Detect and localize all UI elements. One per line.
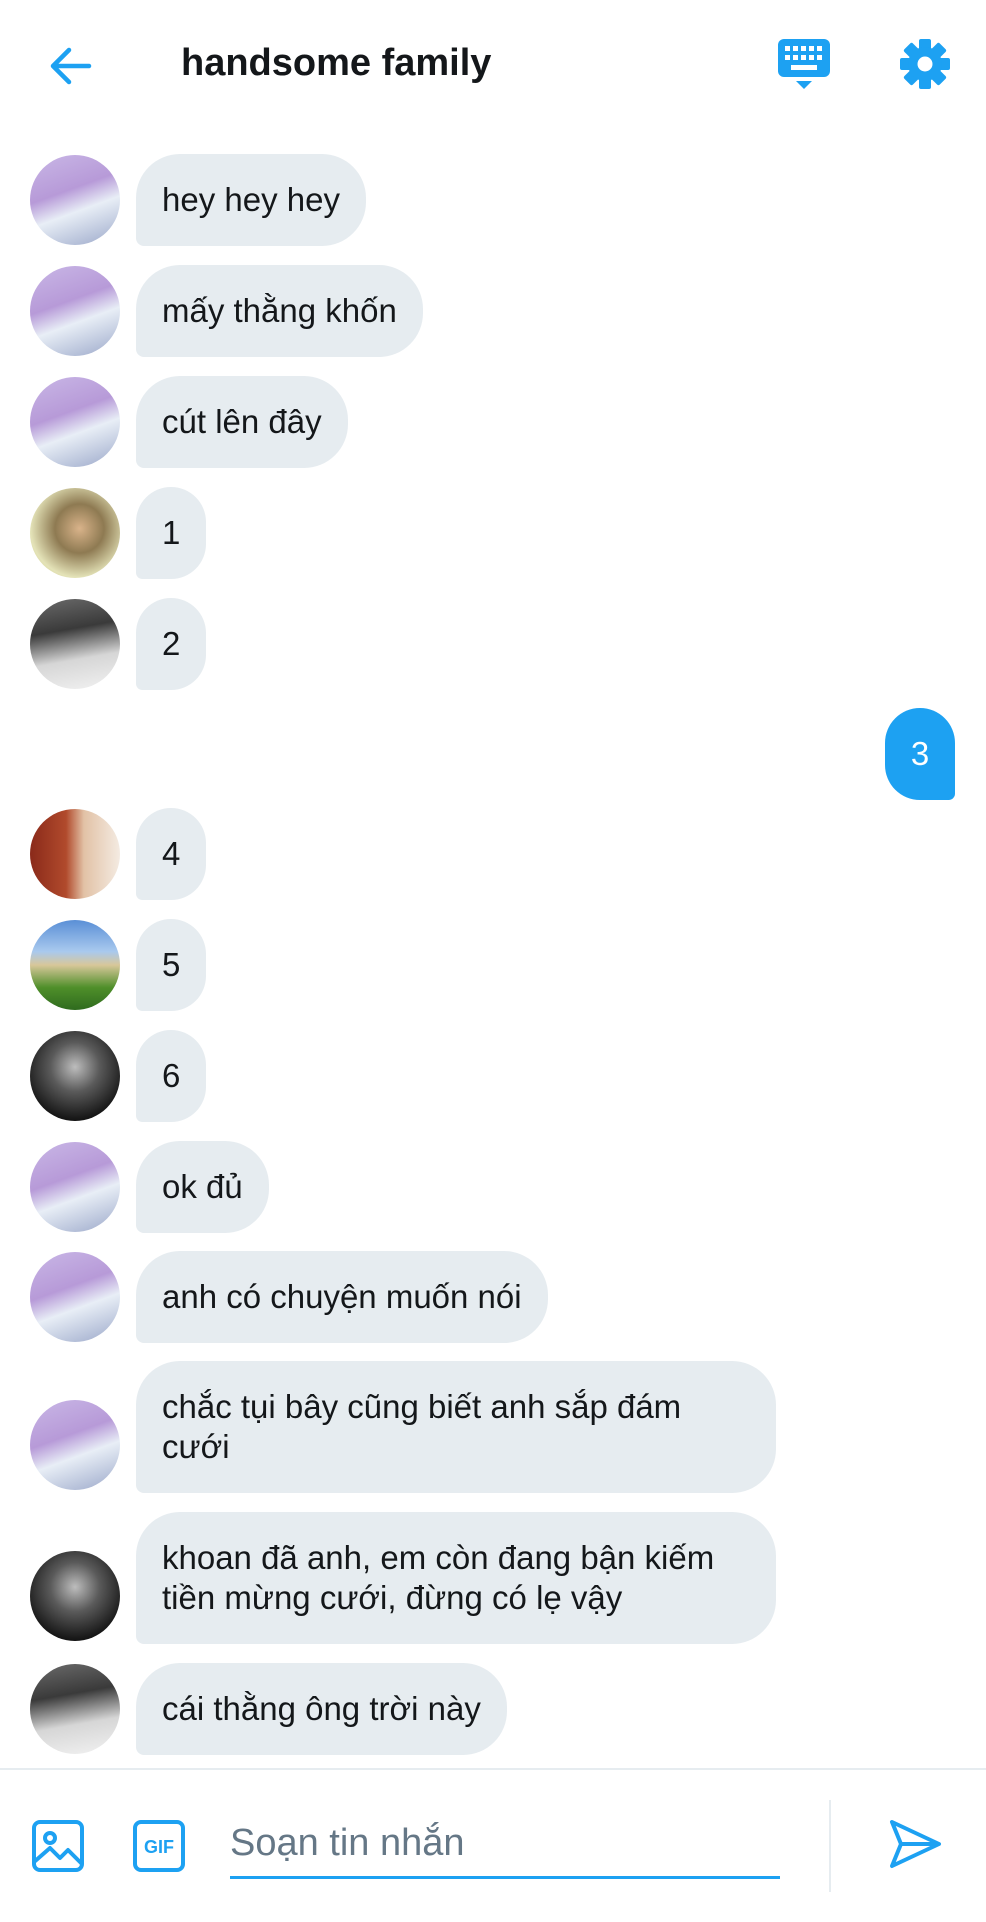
message-row: cút lên đây bbox=[0, 376, 986, 468]
avatar-jin[interactable] bbox=[30, 377, 120, 467]
settings-button[interactable] bbox=[895, 34, 955, 94]
message-bubble[interactable]: 5 bbox=[136, 919, 207, 1011]
message-row: 4 bbox=[0, 808, 986, 900]
keyboard-button[interactable] bbox=[774, 34, 834, 94]
add-gif-button[interactable]: GIF bbox=[131, 1818, 191, 1878]
avatar-jungkook[interactable] bbox=[30, 1031, 120, 1121]
avatar-rm[interactable] bbox=[30, 599, 120, 689]
message-row: ok đủ bbox=[0, 1141, 986, 1233]
avatar-jin[interactable] bbox=[30, 1400, 120, 1490]
message-row: hey hey hey bbox=[0, 154, 986, 246]
add-image-button[interactable] bbox=[30, 1818, 90, 1878]
message-row: mấy thằng khốn bbox=[0, 265, 986, 357]
message-bubble[interactable]: cút lên đây bbox=[136, 376, 348, 468]
gif-icon: GIF bbox=[133, 1820, 185, 1872]
message-row-sent: 3 bbox=[0, 708, 986, 800]
message-composer: GIF bbox=[0, 1768, 986, 1922]
message-row: khoan đã anh, em còn đang bận kiếm tiền … bbox=[0, 1512, 986, 1644]
send-icon bbox=[890, 1820, 941, 1868]
avatar-jhope[interactable] bbox=[30, 809, 120, 899]
composer-divider bbox=[829, 1800, 831, 1892]
message-input[interactable] bbox=[230, 1810, 780, 1879]
message-row: 2 bbox=[0, 598, 986, 690]
keyboard-icon bbox=[778, 39, 830, 89]
message-bubble[interactable]: hey hey hey bbox=[136, 154, 366, 246]
avatar-jin[interactable] bbox=[30, 1252, 120, 1342]
message-bubble[interactable]: 6 bbox=[136, 1030, 207, 1122]
message-bubble[interactable]: chắc tụi bây cũng biết anh sắp đám cưới bbox=[136, 1361, 776, 1493]
avatar-jin[interactable] bbox=[30, 266, 120, 356]
avatar-rm[interactable] bbox=[30, 1664, 120, 1754]
avatar-jin[interactable] bbox=[30, 1142, 120, 1232]
back-button[interactable] bbox=[40, 36, 100, 96]
avatar-suga[interactable] bbox=[30, 488, 120, 578]
conversation-title: handsome family bbox=[181, 42, 492, 84]
avatar-jin[interactable] bbox=[30, 155, 120, 245]
send-button[interactable] bbox=[887, 1816, 947, 1876]
avatar-jungkook[interactable] bbox=[30, 1551, 120, 1641]
message-row: cái thằng ông trời này bbox=[0, 1663, 986, 1755]
message-bubble[interactable]: 4 bbox=[136, 808, 207, 900]
chat-header: handsome family bbox=[0, 0, 986, 128]
message-bubble[interactable]: mấy thằng khốn bbox=[136, 265, 423, 357]
arrow-left-icon bbox=[50, 47, 92, 85]
message-bubble-sent[interactable]: 3 bbox=[885, 708, 955, 800]
gear-icon bbox=[900, 39, 950, 89]
message-bubble[interactable]: khoan đã anh, em còn đang bận kiếm tiền … bbox=[136, 1512, 776, 1644]
message-bubble[interactable]: 2 bbox=[136, 598, 207, 690]
message-row: 1 bbox=[0, 487, 986, 579]
gif-label: GIF bbox=[144, 1837, 174, 1857]
message-bubble[interactable]: 1 bbox=[136, 487, 207, 579]
message-row: 5 bbox=[0, 919, 986, 1011]
message-bubble[interactable]: ok đủ bbox=[136, 1141, 269, 1233]
message-row: 6 bbox=[0, 1030, 986, 1122]
image-icon bbox=[32, 1820, 84, 1872]
avatar-v[interactable] bbox=[30, 920, 120, 1010]
message-bubble[interactable]: anh có chuyện muốn nói bbox=[136, 1251, 548, 1343]
message-bubble[interactable]: cái thằng ông trời này bbox=[136, 1663, 507, 1755]
message-row: anh có chuyện muốn nói bbox=[0, 1251, 986, 1343]
message-row: chắc tụi bây cũng biết anh sắp đám cưới bbox=[0, 1361, 986, 1493]
